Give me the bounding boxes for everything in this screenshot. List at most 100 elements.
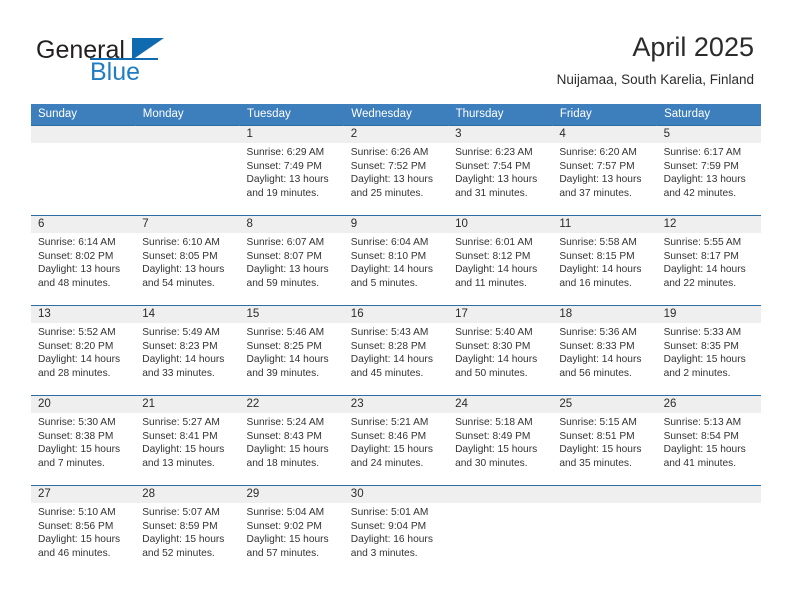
day-cell[interactable]: 8 Sunrise: 6:07 AM Sunset: 8:07 PM Dayli… (239, 215, 344, 306)
day-cell[interactable]: 4 Sunrise: 6:20 AM Sunset: 7:57 PM Dayli… (552, 125, 657, 216)
day-cell[interactable]: 10 Sunrise: 6:01 AM Sunset: 8:12 PM Dayl… (448, 215, 553, 306)
day-cell[interactable]: 30 Sunrise: 5:01 AM Sunset: 9:04 PM Dayl… (343, 485, 449, 576)
day-cell[interactable]: 16 Sunrise: 5:43 AM Sunset: 8:28 PM Dayl… (343, 305, 449, 396)
day-details: Sunrise: 5:04 AM Sunset: 9:02 PM Dayligh… (240, 503, 344, 560)
brand-name-blue: Blue (90, 58, 141, 86)
sunrise-text: Sunrise: 6:23 AM (455, 147, 533, 158)
sunset-text: Sunset: 8:49 PM (455, 430, 531, 442)
day-number: 19 (656, 306, 761, 323)
day-cell[interactable] (656, 485, 761, 576)
sunrise-text: Sunrise: 5:52 AM (38, 327, 116, 338)
day-cell[interactable]: 28 Sunrise: 5:07 AM Sunset: 8:59 PM Dayl… (135, 485, 240, 576)
day-cell[interactable]: 17 Sunrise: 5:40 AM Sunset: 8:30 PM Dayl… (448, 305, 553, 396)
day-cell[interactable]: 13 Sunrise: 5:52 AM Sunset: 8:20 PM Dayl… (31, 305, 136, 396)
day-cell[interactable]: 27 Sunrise: 5:10 AM Sunset: 8:56 PM Dayl… (31, 485, 136, 576)
day-number: 23 (343, 396, 449, 413)
day-cell[interactable]: 24 Sunrise: 5:18 AM Sunset: 8:49 PM Dayl… (448, 395, 553, 486)
day-cell[interactable]: 1 Sunrise: 6:29 AM Sunset: 7:49 PM Dayli… (239, 125, 344, 216)
daylight-text-line2: and 3 minutes. (350, 547, 418, 559)
day-cell[interactable] (552, 485, 657, 576)
daylight-text-line2: and 11 minutes. (455, 277, 527, 289)
day-cell[interactable]: 19 Sunrise: 5:33 AM Sunset: 8:35 PM Dayl… (656, 305, 761, 396)
day-cell[interactable]: 11 Sunrise: 5:58 AM Sunset: 8:15 PM Dayl… (552, 215, 657, 306)
day-number: 6 (31, 216, 136, 233)
day-cell[interactable]: 2 Sunrise: 6:26 AM Sunset: 7:52 PM Dayli… (343, 125, 449, 216)
daylight-text-line2: and 24 minutes. (350, 457, 424, 469)
sunrise-text: Sunrise: 5:21 AM (350, 417, 429, 428)
day-number: 16 (343, 306, 449, 323)
daylight-text-line1: Daylight: 15 hours (350, 444, 433, 456)
sunset-text: Sunset: 8:02 PM (38, 250, 114, 262)
daylight-text-line1: Daylight: 13 hours (246, 264, 329, 276)
day-details: Sunrise: 6:01 AM Sunset: 8:12 PM Dayligh… (448, 233, 552, 290)
day-details: Sunrise: 5:52 AM Sunset: 8:20 PM Dayligh… (31, 323, 135, 380)
day-details: Sunrise: 5:40 AM Sunset: 8:30 PM Dayligh… (448, 323, 552, 380)
day-number: 9 (343, 216, 449, 233)
sunrise-text: Sunrise: 6:10 AM (142, 237, 220, 248)
day-cell[interactable]: 5 Sunrise: 6:17 AM Sunset: 7:59 PM Dayli… (656, 125, 761, 216)
sunset-text: Sunset: 8:07 PM (246, 250, 322, 262)
daylight-text-line1: Daylight: 14 hours (455, 354, 538, 366)
day-cell[interactable]: 18 Sunrise: 5:36 AM Sunset: 8:33 PM Dayl… (552, 305, 657, 396)
week-row: 20 Sunrise: 5:30 AM Sunset: 8:38 PM Dayl… (31, 395, 761, 486)
day-number (135, 126, 240, 143)
day-cell[interactable]: 9 Sunrise: 6:04 AM Sunset: 8:10 PM Dayli… (343, 215, 449, 306)
sunset-text: Sunset: 8:35 PM (663, 340, 739, 352)
day-cell[interactable]: 20 Sunrise: 5:30 AM Sunset: 8:38 PM Dayl… (31, 395, 136, 486)
daylight-text-line1: Daylight: 13 hours (455, 174, 538, 186)
day-details (135, 143, 239, 146)
day-number: 17 (448, 306, 553, 323)
sunrise-text: Sunrise: 5:13 AM (663, 417, 742, 428)
day-details: Sunrise: 5:58 AM Sunset: 8:15 PM Dayligh… (552, 233, 656, 290)
day-details: Sunrise: 5:30 AM Sunset: 8:38 PM Dayligh… (31, 413, 135, 470)
blue-triangle-icon (132, 38, 164, 60)
day-details: Sunrise: 5:18 AM Sunset: 8:49 PM Dayligh… (448, 413, 552, 470)
day-details: Sunrise: 6:23 AM Sunset: 7:54 PM Dayligh… (448, 143, 552, 200)
day-cell[interactable]: 15 Sunrise: 5:46 AM Sunset: 8:25 PM Dayl… (239, 305, 344, 396)
sunrise-text: Sunrise: 6:01 AM (455, 237, 533, 248)
day-cell[interactable]: 22 Sunrise: 5:24 AM Sunset: 8:43 PM Dayl… (239, 395, 344, 486)
daylight-text-line2: and 18 minutes. (246, 457, 320, 469)
sunrise-text: Sunrise: 5:27 AM (142, 417, 220, 428)
day-details: Sunrise: 6:29 AM Sunset: 7:49 PM Dayligh… (240, 143, 344, 200)
day-cell[interactable] (448, 485, 553, 576)
sunset-text: Sunset: 8:20 PM (38, 340, 114, 352)
daylight-text-line1: Daylight: 15 hours (142, 444, 225, 456)
day-details: Sunrise: 5:24 AM Sunset: 8:43 PM Dayligh… (240, 413, 344, 470)
day-cell[interactable]: 29 Sunrise: 5:04 AM Sunset: 9:02 PM Dayl… (239, 485, 344, 576)
day-number: 14 (135, 306, 240, 323)
day-details: Sunrise: 5:49 AM Sunset: 8:23 PM Dayligh… (135, 323, 239, 380)
day-cell[interactable]: 25 Sunrise: 5:15 AM Sunset: 8:51 PM Dayl… (552, 395, 657, 486)
day-cell[interactable] (135, 125, 240, 216)
day-cell[interactable]: 12 Sunrise: 5:55 AM Sunset: 8:17 PM Dayl… (656, 215, 761, 306)
day-details: Sunrise: 6:10 AM Sunset: 8:05 PM Dayligh… (135, 233, 239, 290)
general-blue-logo[interactable]: General Blue (36, 36, 236, 88)
day-cell[interactable] (31, 125, 136, 216)
day-cell[interactable]: 26 Sunrise: 5:13 AM Sunset: 8:54 PM Dayl… (656, 395, 761, 486)
calendar-body: 1 Sunrise: 6:29 AM Sunset: 7:49 PM Dayli… (31, 125, 761, 576)
day-number: 10 (448, 216, 553, 233)
week-row: 1 Sunrise: 6:29 AM Sunset: 7:49 PM Dayli… (31, 125, 761, 216)
sunset-text: Sunset: 8:15 PM (559, 250, 635, 262)
day-cell[interactable]: 14 Sunrise: 5:49 AM Sunset: 8:23 PM Dayl… (135, 305, 240, 396)
day-cell[interactable]: 3 Sunrise: 6:23 AM Sunset: 7:54 PM Dayli… (448, 125, 553, 216)
daylight-text-line1: Daylight: 13 hours (142, 264, 225, 276)
day-number: 2 (343, 126, 449, 143)
sunset-text: Sunset: 9:02 PM (246, 520, 322, 532)
sunrise-text: Sunrise: 5:24 AM (246, 417, 325, 428)
day-details: Sunrise: 6:04 AM Sunset: 8:10 PM Dayligh… (344, 233, 448, 290)
sunset-text: Sunset: 8:51 PM (559, 430, 635, 442)
sunrise-text: Sunrise: 5:40 AM (455, 327, 533, 338)
day-cell[interactable]: 6 Sunrise: 6:14 AM Sunset: 8:02 PM Dayli… (31, 215, 136, 306)
page-subtitle: Nuijamaa, South Karelia, Finland (556, 72, 754, 87)
day-cell[interactable]: 21 Sunrise: 5:27 AM Sunset: 8:41 PM Dayl… (135, 395, 240, 486)
weekday-header-sunday: Sunday (31, 104, 136, 126)
sunset-text: Sunset: 8:56 PM (38, 520, 114, 532)
sunrise-text: Sunrise: 5:49 AM (142, 327, 220, 338)
day-cell[interactable]: 7 Sunrise: 6:10 AM Sunset: 8:05 PM Dayli… (135, 215, 240, 306)
day-cell[interactable]: 23 Sunrise: 5:21 AM Sunset: 8:46 PM Dayl… (343, 395, 449, 486)
day-number: 30 (343, 486, 449, 503)
sunrise-text: Sunrise: 5:46 AM (246, 327, 325, 338)
daylight-text-line2: and 5 minutes. (350, 277, 418, 289)
day-number (552, 486, 657, 503)
